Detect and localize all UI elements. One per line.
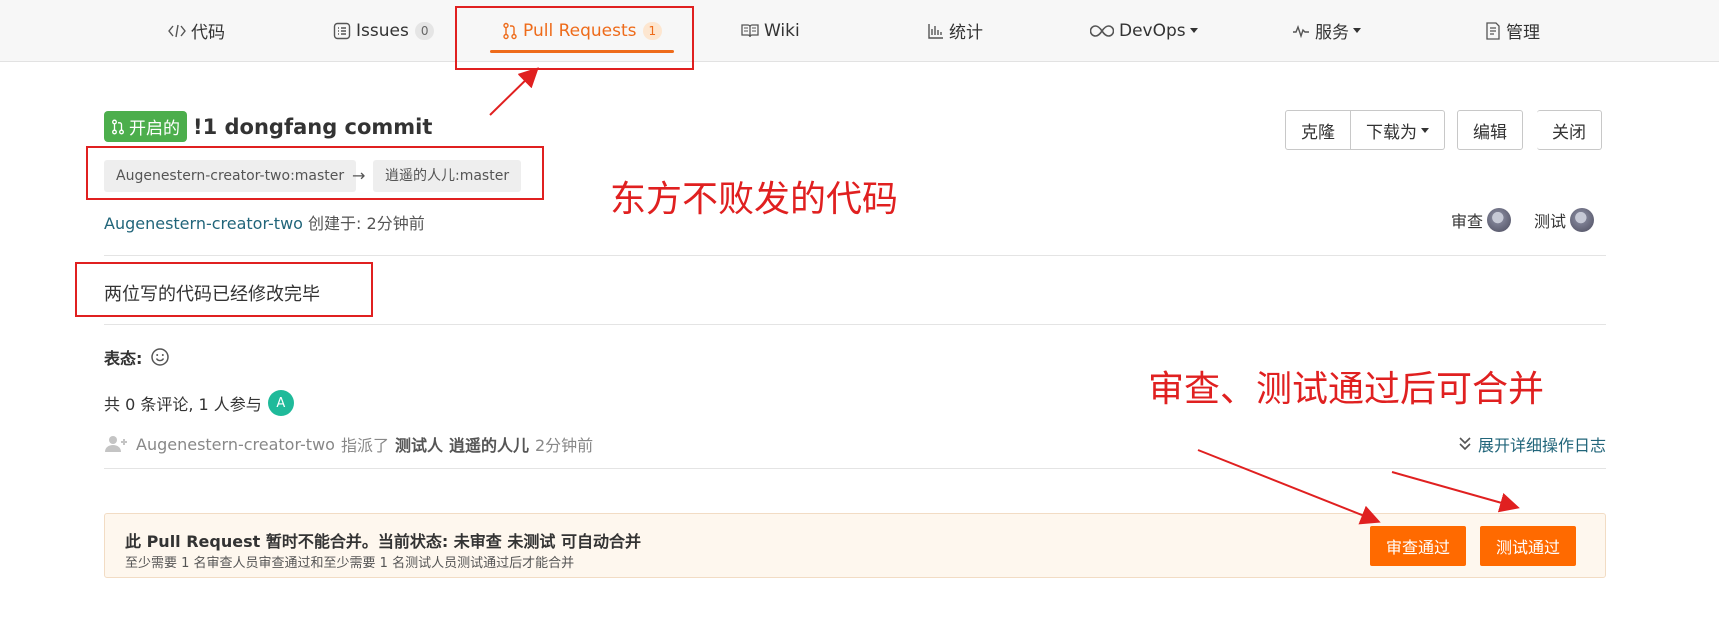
code-icon [168, 23, 186, 39]
annotation-box-description [75, 262, 373, 317]
event-verb: 指派了 [340, 436, 389, 455]
download-button[interactable]: 下载为 [1351, 110, 1445, 150]
double-chevron-down-icon [1459, 437, 1471, 451]
comment-summary: 共 0 条评论, 1 人参与 A [104, 390, 294, 416]
merge-status-panel: 此 Pull Request 暂时不能合并。当前状态: 未审查 未测试 可自动合… [104, 513, 1606, 578]
divider [104, 468, 1606, 469]
tab-stats[interactable]: 统计 [928, 0, 983, 61]
event-role: 测试人 [394, 436, 443, 455]
tab-manage[interactable]: 管理 [1485, 0, 1540, 61]
edit-button[interactable]: 编辑 [1457, 110, 1523, 150]
event-target[interactable]: 逍遥的人儿 [449, 432, 529, 456]
event-actor[interactable]: Augenestern-creator-two [136, 435, 335, 454]
tab-label: 服务 [1315, 23, 1349, 43]
clone-button[interactable]: 克隆 [1285, 110, 1351, 150]
tab-label: 统计 [949, 23, 983, 43]
avatar [1570, 208, 1595, 232]
smiley-icon[interactable] [150, 347, 170, 367]
annotation-arrow [489, 67, 539, 116]
reviewer-review[interactable]: 审查 [1451, 208, 1512, 232]
document-icon [1485, 21, 1501, 40]
timeline-event: Augenestern-creator-two 指派了 测试人 逍遥的人儿 2分… [104, 432, 593, 456]
pr-header: 开启的 !1 dongfang commit [104, 111, 432, 142]
tab-label: 管理 [1506, 23, 1540, 43]
add-user-icon [105, 436, 127, 452]
event-time: 2分钟前 [535, 436, 594, 455]
repo-nav: 代码 Issues 0 Pull Requests 1 Wiki 统计 DevO… [0, 0, 1719, 62]
issue-icon [333, 22, 351, 40]
bar-chart-icon [928, 23, 944, 39]
tab-label: DevOps [1119, 20, 1186, 41]
tab-count: 0 [414, 21, 435, 40]
annotation-box-branches [86, 146, 544, 200]
expand-log-link[interactable]: 展开详细操作日志 [1458, 432, 1606, 456]
tab-code[interactable]: 代码 [168, 0, 225, 61]
annotation-box-pr-tab [455, 6, 694, 70]
download-label: 下载为 [1366, 122, 1417, 143]
book-icon [741, 23, 759, 39]
review-pass-button[interactable]: 审查通过 [1370, 526, 1467, 566]
pull-request-icon [112, 119, 124, 134]
clone-download-group: 克隆 下载为 [1285, 110, 1445, 150]
annotation-arrow [1391, 471, 1520, 513]
tester-label: 测试 [1534, 212, 1567, 231]
chevron-down-icon [1421, 127, 1429, 133]
divider [104, 324, 1606, 325]
divider [104, 255, 1606, 256]
pr-title: !1 dongfang commit [193, 114, 433, 139]
merge-status-title: 此 Pull Request 暂时不能合并。当前状态: 未审查 未测试 可自动合… [125, 532, 641, 551]
pr-author-link[interactable]: Augenestern-creator-two [104, 214, 303, 233]
chevron-down-icon [1353, 28, 1361, 33]
tab-label: Issues [356, 20, 409, 41]
pr-meta: Augenestern-creator-two 创建于: 2分钟前 [104, 210, 425, 234]
pr-state-label: 开启的 [129, 119, 180, 139]
tab-devops[interactable]: DevOps [1090, 0, 1198, 61]
annotation-arrow [1197, 449, 1381, 525]
tab-services[interactable]: 服务 [1292, 0, 1361, 61]
annotation-note-code: 东方不败发的代码 [610, 179, 899, 220]
annotation-note-merge: 审查、测试通过后可合并 [1148, 369, 1545, 410]
tab-label: 代码 [191, 23, 225, 43]
reviewer-label: 审查 [1451, 212, 1484, 231]
reactions: 表态: [104, 345, 170, 369]
close-button[interactable]: 关闭 [1537, 110, 1602, 150]
comment-count-text: 共 0 条评论, 1 人参与 [104, 395, 262, 414]
merge-status-subtitle: 至少需要 1 名审查人员审查通过和至少需要 1 名测试人员测试通过后才能合并 [125, 556, 575, 571]
avatar [1487, 208, 1512, 232]
expand-log-label: 展开详细操作日志 [1477, 436, 1606, 455]
pulse-icon [1292, 24, 1310, 38]
reviewer-test[interactable]: 测试 [1534, 208, 1595, 232]
test-pass-button[interactable]: 测试通过 [1480, 526, 1577, 566]
reactions-label: 表态: [104, 349, 143, 368]
infinity-icon [1090, 24, 1114, 38]
pr-state-badge: 开启的 [104, 111, 187, 142]
tab-label: Wiki [764, 20, 800, 41]
tab-issues[interactable]: Issues 0 [333, 0, 435, 61]
pr-created-time: 创建于: 2分钟前 [302, 214, 425, 233]
chevron-down-icon [1189, 28, 1198, 33]
avatar[interactable]: A [267, 390, 294, 416]
tab-wiki[interactable]: Wiki [741, 0, 800, 61]
